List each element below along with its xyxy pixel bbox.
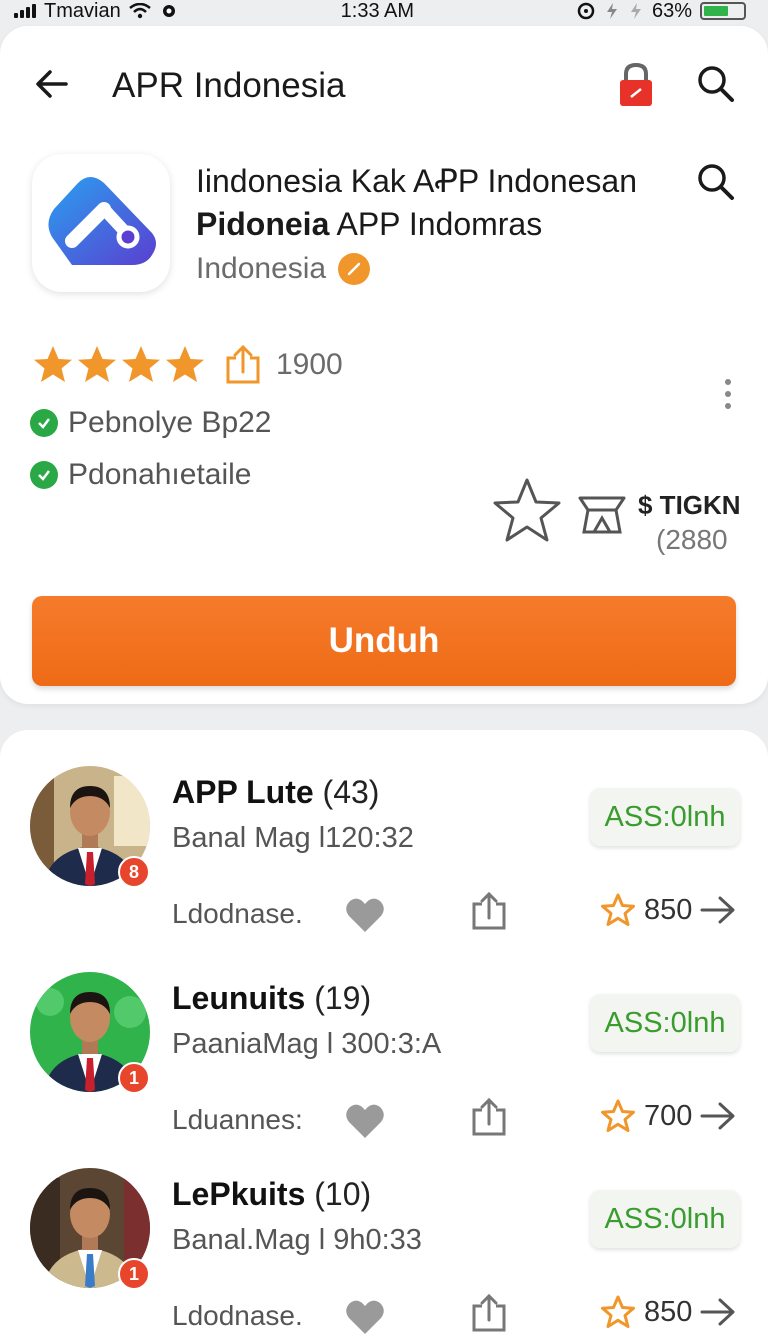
carrier-name: Tmavian: [44, 0, 121, 22]
item-rating-value: 850: [644, 1295, 693, 1328]
share-icon[interactable]: [470, 890, 508, 932]
rating-stars: [32, 344, 206, 386]
gift-icon[interactable]: [576, 492, 628, 538]
app-name: Iindonesia Kak AꝒP Indonesan: [196, 163, 637, 199]
item-title: Leunuits (19): [172, 980, 372, 1016]
favorite-star-icon[interactable]: [492, 476, 562, 544]
status-bar: Tmavian 1:33 AM 63%: [0, 0, 768, 22]
check-icon: [30, 409, 58, 437]
share-icon[interactable]: [470, 1292, 508, 1334]
item-rating-value: 700: [644, 1099, 693, 1132]
arrow-right-icon[interactable]: [700, 1297, 736, 1327]
notification-badge: 8: [118, 856, 150, 888]
notification-badge: 1: [118, 1258, 150, 1290]
item-subtitle: PaaniaMag l 300:3:A: [172, 1028, 442, 1060]
verified-badge-icon: [338, 253, 371, 285]
star-icon: [166, 346, 204, 382]
rating-row: 1900: [32, 344, 343, 386]
notification-icon: [162, 5, 175, 17]
app-detail-card: APR Indonesia Iindonesia Kak AꝒP Indones: [0, 26, 768, 704]
item-rating[interactable]: 700: [600, 1098, 736, 1134]
status-chip[interactable]: ASS:0lnh: [590, 788, 740, 846]
star-icon: [78, 346, 116, 382]
heart-icon[interactable]: [344, 894, 386, 936]
charging-icon: [606, 3, 617, 19]
status-chip[interactable]: ASS:0lnh: [590, 1190, 740, 1248]
item-rating[interactable]: 850: [600, 892, 736, 928]
wifi-icon: [128, 3, 151, 19]
share-icon[interactable]: [470, 1096, 508, 1138]
feature-label: Pdonahıetaile: [68, 458, 252, 491]
feature-item: Pdonahıetaile: [30, 458, 252, 492]
data-icon: [630, 3, 641, 19]
arrow-right-icon[interactable]: [700, 895, 736, 925]
signal-icon: [14, 4, 36, 18]
clock: 1:33 AM: [340, 0, 415, 22]
star-icon: [34, 346, 72, 382]
star-outline-icon: [601, 1295, 635, 1328]
rating-count: 1900: [276, 348, 343, 381]
status-chip[interactable]: ASS:0lnh: [590, 994, 740, 1052]
feature-item: Pebnolye Bp22: [30, 406, 272, 440]
alarm-icon: [577, 2, 595, 20]
app-subtitle: Pidoneia APP Indomras: [196, 206, 543, 242]
heart-icon[interactable]: [344, 1296, 386, 1338]
app-logo: [32, 154, 170, 292]
lock-icon[interactable]: [614, 60, 658, 108]
item-subtitle: Banal Mag l120:32: [172, 822, 414, 854]
price-label: $ TIGKN: [638, 490, 741, 520]
list-item[interactable]: 1 LePkuits (10) Banal.Mag l 9h0:33 ASS:0lnh…: [0, 1168, 768, 1344]
download-button[interactable]: Unduh: [32, 596, 736, 686]
back-arrow-icon[interactable]: [32, 64, 72, 104]
feature-label: Pebnolye Bp22: [68, 406, 272, 439]
developer-name[interactable]: Indonesia: [196, 252, 371, 286]
battery-percent: 63%: [651, 0, 692, 22]
search-icon[interactable]: [694, 62, 738, 106]
search-icon[interactable]: [694, 160, 738, 204]
list-item[interactable]: 1 Leunuits (19) PaaniaMag l 300:3:A ASS:0ln…: [0, 972, 768, 1172]
item-footer: Lduannes:: [172, 1104, 303, 1135]
item-subtitle: Banal.Mag l 9h0:33: [172, 1224, 422, 1256]
page-title: APR Indonesia: [112, 66, 346, 105]
notification-badge: 1: [118, 1062, 150, 1094]
app-bar: APR Indonesia: [0, 56, 768, 112]
star-icon: [122, 346, 160, 382]
item-rating-value: 850: [644, 893, 693, 926]
check-icon: [30, 461, 58, 489]
review-list: 8 APP Lute (43) Banal Mag l120:32 ASS:0lnh L…: [0, 730, 768, 1344]
item-rating[interactable]: 850: [600, 1294, 736, 1330]
item-footer: Ldodnase.: [172, 898, 303, 929]
item-title: APP Lute (43): [172, 774, 380, 810]
heart-icon[interactable]: [344, 1100, 386, 1142]
item-footer: Ldodnase.: [172, 1300, 303, 1331]
item-title: LePkuits (10): [172, 1176, 372, 1212]
share-icon[interactable]: [222, 344, 264, 386]
star-outline-icon: [601, 893, 635, 926]
more-options-icon[interactable]: [716, 376, 740, 412]
battery-icon: [700, 2, 746, 20]
list-item[interactable]: 8 APP Lute (43) Banal Mag l120:32 ASS:0lnh L…: [0, 766, 768, 966]
star-outline-icon: [601, 1099, 635, 1132]
arrow-right-icon[interactable]: [700, 1101, 736, 1131]
price-sub: (2880: [656, 524, 728, 555]
